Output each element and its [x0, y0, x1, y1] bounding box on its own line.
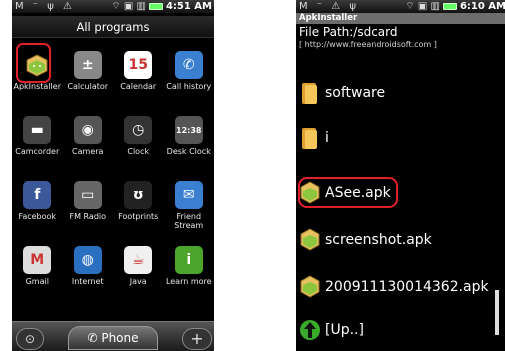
app-grid: ApkInstaller ± Calculator 15 Calendar ✆ Call h… — [12, 40, 214, 300]
file-row-apk[interactable]: ASee.apk — [296, 174, 505, 212]
app-call-history[interactable]: ✆ Call history — [164, 40, 215, 105]
signal-icons: ⌔ ▣ ▥ — [111, 1, 146, 12]
website-url: [ http://www.freeandroidsoft.com ] — [299, 40, 437, 49]
apk-installer-screen: M ⁻ ⚠ ψ ⌔ ▣ ▥ 6:10 AM ApkInstaller File … — [296, 0, 505, 351]
app-label: Camera — [72, 147, 104, 156]
app-label: Clock — [127, 147, 150, 156]
call-history-icon: ✆ — [174, 51, 203, 79]
app-camcorder[interactable]: ▬ Camcorder — [12, 105, 63, 170]
app-title-bar: ApkInstaller — [296, 13, 505, 24]
friend-stream-icon: ✉ — [174, 181, 203, 209]
app-label: Call history — [166, 82, 212, 91]
app-footprints[interactable]: ʊ Footprints — [113, 170, 164, 235]
file-name: i — [325, 130, 329, 146]
app-label: Facebook — [18, 212, 57, 221]
battery-icon — [148, 3, 163, 10]
up-arrow-icon — [299, 317, 321, 343]
dock-bar: ⊙ ✆ Phone + — [12, 321, 214, 351]
scrollbar[interactable] — [495, 290, 499, 335]
app-camera[interactable]: ◉ Camera — [63, 105, 114, 170]
clock-icon: ◷ — [124, 116, 153, 144]
learn-more-icon: i — [174, 246, 203, 274]
fm-radio-icon: ▭ — [73, 181, 102, 209]
highlight-box — [16, 43, 51, 83]
app-fm-radio[interactable]: ▭ FM Radio — [63, 170, 114, 235]
app-calendar[interactable]: 15 Calendar — [113, 40, 164, 105]
apk-file-icon — [299, 227, 321, 253]
app-label: Internet — [71, 277, 104, 286]
app-java[interactable]: ☕ Java — [113, 235, 164, 300]
app-label: Footprints — [118, 212, 159, 221]
app-clock[interactable]: ◷ Clock — [113, 105, 164, 170]
facebook-icon: f — [23, 181, 52, 209]
app-label: Calculator — [67, 82, 109, 91]
file-row-apk[interactable]: 200911130014362.apk — [296, 268, 505, 306]
app-internet[interactable]: ◍ Internet — [63, 235, 114, 300]
app-label: Learn more — [165, 277, 212, 286]
calculator-icon: ± — [73, 51, 102, 79]
phone-button[interactable]: ✆ Phone — [68, 326, 158, 350]
drawer-title: All programs — [12, 16, 214, 38]
status-bar: M ⁻ ψ ⚠ ⌔ ▣ ▥ 4:51 AM — [12, 0, 214, 13]
file-row-folder[interactable]: software — [296, 74, 505, 112]
app-label: Friend Stream — [174, 212, 204, 230]
battery-icon — [442, 3, 457, 10]
status-bar: M ⁻ ⚠ ψ ⌔ ▣ ▥ 6:10 AM — [296, 0, 505, 13]
file-path: File Path:/sdcard — [299, 25, 398, 39]
java-icon: ☕ — [124, 246, 153, 274]
internet-icon: ◍ — [73, 246, 102, 274]
app-label: Gmail — [25, 277, 49, 286]
desk-clock-icon: 12:38 — [174, 116, 203, 144]
notification-icons: M ⁻ ⚠ ψ — [299, 1, 360, 12]
file-name: [Up..] — [325, 322, 364, 338]
app-calculator[interactable]: ± Calculator — [63, 40, 114, 105]
app-android-package[interactable]: ApkInstaller — [12, 40, 63, 105]
file-row-folder[interactable]: i — [296, 119, 505, 157]
folder-icon — [299, 80, 321, 106]
gmail-icon: M — [23, 246, 52, 274]
file-row-apk[interactable]: screenshot.apk — [296, 221, 505, 259]
signal-icons: ⌔ ▣ ▥ — [405, 1, 440, 12]
highlight-box — [298, 177, 398, 208]
app-label: ApkInstaller — [13, 82, 61, 91]
folder-icon — [299, 125, 321, 151]
app-facebook[interactable]: f Facebook — [12, 170, 63, 235]
app-gmail[interactable]: M Gmail — [12, 235, 63, 300]
app-label: FM Radio — [69, 212, 107, 221]
calendar-icon: 15 — [124, 51, 153, 79]
file-name: 200911130014362.apk — [325, 279, 489, 295]
app-label: Calendar — [120, 82, 157, 91]
app-friend-stream[interactable]: ✉ Friend Stream — [164, 170, 215, 235]
apk-file-icon — [299, 274, 321, 300]
file-name: screenshot.apk — [325, 232, 432, 248]
app-desk-clock[interactable]: 12:38 Desk Clock — [164, 105, 215, 170]
file-row-up[interactable]: [Up..] — [296, 311, 505, 349]
status-time: 6:10 AM — [459, 1, 505, 12]
app-learn-more[interactable]: i Learn more — [164, 235, 215, 300]
add-button[interactable]: + — [182, 328, 212, 350]
app-drawer-screen: M ⁻ ψ ⚠ ⌔ ▣ ▥ 4:51 AM All programs ApkIn… — [12, 0, 214, 351]
app-label: Java — [129, 277, 147, 286]
collapse-button[interactable]: ⊙ — [16, 328, 44, 350]
camera-icon: ◉ — [73, 116, 102, 144]
footprints-icon: ʊ — [124, 181, 153, 209]
camcorder-icon: ▬ — [23, 116, 52, 144]
status-time: 4:51 AM — [165, 1, 212, 12]
notification-icons: M ⁻ ψ ⚠ — [15, 1, 76, 12]
app-label: Camcorder — [15, 147, 60, 156]
file-name: software — [325, 85, 386, 101]
app-label: Desk Clock — [166, 147, 211, 156]
